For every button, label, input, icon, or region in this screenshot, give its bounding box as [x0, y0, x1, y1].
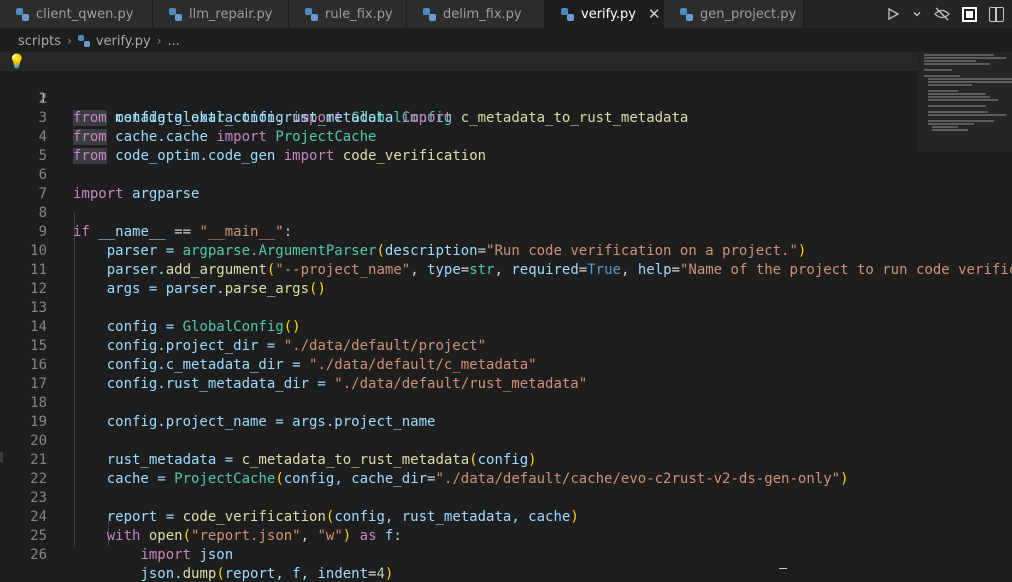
tab-llm-repair[interactable]: llm_repair.py [153, 0, 289, 28]
breadcrumb-folder[interactable]: scripts [18, 34, 61, 49]
code-line[interactable]: 10 parser.add_argument("--project_name",… [0, 223, 1012, 278]
line-number: 26 [30, 547, 47, 563]
python-file-icon [169, 7, 182, 21]
code-editor[interactable]: 💡 1 from config.global_config import Glo… [0, 52, 1012, 582]
keyword-arg: indent [317, 566, 369, 582]
argument: report, f, [224, 566, 318, 582]
paren: ) [384, 566, 394, 582]
tab-delim-fix[interactable]: delim_fix.py [407, 0, 545, 28]
code-line[interactable]: 13 config = GlobalConfig() [0, 280, 1012, 335]
paren: ( [216, 566, 225, 582]
chevron-right-icon: › [67, 34, 72, 48]
code-line[interactable]: 18 config.project_name = args.project_na… [0, 375, 1012, 430]
split-editor-icon[interactable] [989, 6, 1004, 22]
code-line[interactable]: 6 import argparse [0, 147, 1012, 202]
code-line[interactable]: 20 rust_metadata = c_metadata_to_rust_me… [0, 413, 1012, 468]
focus-mode-icon[interactable] [962, 6, 977, 22]
python-file-icon [423, 7, 436, 21]
python-file-icon [561, 7, 574, 21]
minimap[interactable] [918, 52, 1012, 152]
tab-gen-project[interactable]: gen_project.py [664, 0, 804, 28]
python-file-icon [305, 7, 318, 21]
editor-actions [886, 0, 1012, 28]
breadcrumb: scripts › verify.py › ... [0, 30, 1012, 52]
code-line[interactable]: 12 [0, 261, 1012, 297]
code-line[interactable]: 16 config.rust_metadata_dir = "./data/de… [0, 337, 1012, 392]
eye-off-icon[interactable] [934, 7, 950, 21]
code-line[interactable]: 19 [0, 394, 1012, 430]
function-name: dump [182, 566, 217, 582]
module-name: json [199, 547, 234, 563]
tab-label: llm_repair.py [189, 6, 273, 22]
tab-label: client_qwen.py [36, 6, 134, 22]
code-line[interactable]: 2 from metadata_extraction.rust_metadata… [0, 71, 1012, 126]
close-icon[interactable]: ✕ [648, 5, 661, 23]
chevron-down-icon[interactable] [912, 9, 922, 19]
code-line[interactable]: 25 import json [0, 508, 1012, 563]
text-cursor [779, 568, 787, 569]
tab-label: verify.py [581, 6, 636, 22]
code-line[interactable]: 21 cache = ProjectCache(config, cache_di… [0, 432, 1012, 487]
code-line[interactable]: 26 json.dump(report, f, indent=4) [0, 527, 1012, 582]
code-line[interactable]: 24 with open("report.json", "w") as f: [0, 489, 1012, 544]
code-line[interactable]: 9 parser = argparse.ArgumentParser(descr… [0, 204, 1012, 259]
python-file-icon [77, 35, 90, 47]
code-line[interactable]: 5 [0, 128, 1012, 164]
code-line[interactable]: 14 config.project_dir = "./data/default/… [0, 299, 1012, 354]
code-line[interactable]: 15 config.c_metadata_dir = "./data/defau… [0, 318, 1012, 373]
python-file-icon [680, 7, 693, 21]
chevron-right-icon: › [156, 34, 162, 48]
number-literal: 4 [376, 566, 385, 582]
code-line[interactable]: 4 from code_optim.code_gen import code_v… [0, 109, 1012, 164]
keyword: import [140, 547, 192, 563]
lightbulb-icon[interactable]: 💡 [8, 53, 25, 72]
tab-label: rule_fix.py [325, 6, 393, 22]
module-ref: json. [140, 566, 183, 582]
code-line[interactable]: 💡 1 from config.global_config import Glo… [0, 52, 1012, 126]
play-icon[interactable] [886, 7, 900, 21]
tab-label: gen_project.py [700, 6, 797, 22]
code-line[interactable]: 22 [0, 451, 1012, 487]
code-line[interactable]: 23 report = code_verification(config, ru… [0, 470, 1012, 525]
tab-rule-fix[interactable]: rule_fix.py [289, 0, 407, 28]
scroll-marker [0, 452, 3, 462]
breadcrumb-file[interactable]: verify.py [96, 34, 151, 49]
code-line[interactable]: 8 if __name__ == "__main__": [0, 185, 1012, 240]
tab-client-qwen[interactable]: client_qwen.py [0, 0, 153, 28]
code-line[interactable]: 17 [0, 356, 1012, 392]
tab-verify[interactable]: verify.py ✕ [545, 0, 664, 28]
breadcrumb-more[interactable]: ... [168, 34, 180, 49]
code-line[interactable]: 7 [0, 166, 1012, 202]
editor-tab-bar: client_qwen.py llm_repair.py rule_fix.py… [0, 0, 1012, 28]
code-line[interactable]: 11 args = parser.parse_args() [0, 242, 1012, 297]
tab-label: delim_fix.py [443, 6, 522, 22]
python-file-icon [16, 7, 29, 21]
code-line[interactable]: 3 from cache.cache import ProjectCache [0, 90, 1012, 145]
